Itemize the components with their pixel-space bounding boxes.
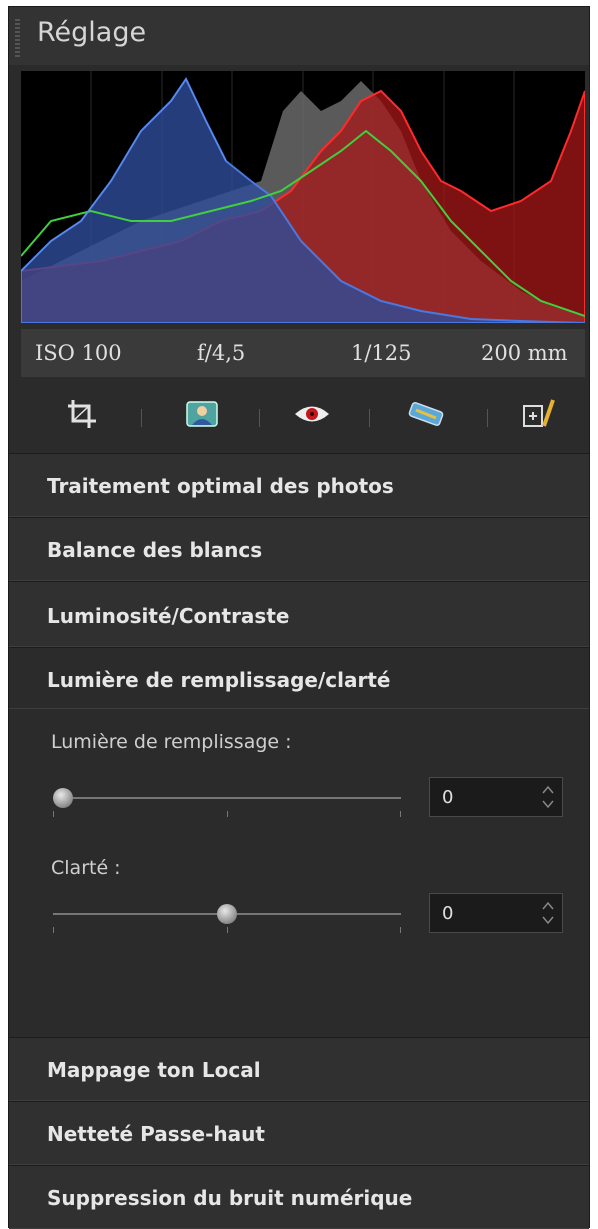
- exif-info-bar: ISO 100 f/4,5 1/125 200 mm: [21, 329, 585, 377]
- section-brightness-contrast[interactable]: Luminosité/Contraste: [9, 581, 589, 647]
- straighten-icon[interactable]: [403, 391, 449, 437]
- section-noise-label: Suppression du bruit numérique: [47, 1186, 413, 1210]
- exif-iso: ISO 100: [35, 341, 122, 365]
- section-sharpness-label: Netteté Passe-haut: [47, 1122, 265, 1146]
- section-fill-light-label: Lumière de remplissage/clarté: [47, 668, 391, 692]
- clarity-slider-thumb[interactable]: [217, 904, 237, 924]
- drag-grip-icon[interactable]: [15, 19, 20, 59]
- clarity-spinner-icon[interactable]: [540, 898, 556, 928]
- section-high-pass-sharpness[interactable]: Netteté Passe-haut: [9, 1101, 589, 1165]
- clarity-value-field[interactable]: [429, 893, 563, 933]
- section-tone-mapping-label: Mappage ton Local: [47, 1058, 261, 1082]
- section-optimal-processing[interactable]: Traitement optimal des photos: [9, 453, 589, 517]
- section-noise-reduction[interactable]: Suppression du bruit numérique: [9, 1165, 589, 1229]
- fill-light-slider-thumb[interactable]: [53, 788, 73, 808]
- section-white-balance-label: Balance des blancs: [47, 538, 263, 562]
- panel-header[interactable]: Réglage: [9, 7, 589, 65]
- histogram: [21, 71, 585, 323]
- clarity-label: Clarté :: [51, 857, 121, 879]
- histogram-graph: [21, 71, 585, 323]
- exif-shutter: 1/125: [351, 341, 412, 365]
- fill-light-value-input[interactable]: [430, 778, 530, 816]
- tool-strip: [21, 385, 585, 445]
- section-local-tone-mapping[interactable]: Mappage ton Local: [9, 1037, 589, 1101]
- crop-icon[interactable]: [59, 391, 105, 437]
- fill-light-value-field[interactable]: [429, 777, 563, 817]
- fill-light-slider-track[interactable]: [53, 797, 401, 799]
- red-eye-icon[interactable]: [289, 391, 335, 437]
- adjust-panel: Réglage ISO 100 f/4,5 1/125 200 mm Trait…: [8, 6, 590, 1229]
- exif-focal-length: 200 mm: [481, 341, 568, 365]
- section-fill-light-clarity[interactable]: Lumière de remplissage/clarté: [9, 647, 589, 709]
- fill-light-spinner-icon[interactable]: [540, 782, 556, 812]
- section-brightness-label: Luminosité/Contraste: [47, 604, 290, 628]
- exif-aperture: f/4,5: [197, 341, 246, 365]
- section-white-balance[interactable]: Balance des blancs: [9, 517, 589, 581]
- portrait-icon[interactable]: [179, 391, 225, 437]
- paint-icon[interactable]: [515, 391, 561, 437]
- panel-title: Réglage: [37, 17, 147, 48]
- fill-light-label: Lumière de remplissage :: [51, 731, 292, 753]
- section-optimal-label: Traitement optimal des photos: [47, 474, 394, 498]
- clarity-value-input[interactable]: [430, 894, 530, 932]
